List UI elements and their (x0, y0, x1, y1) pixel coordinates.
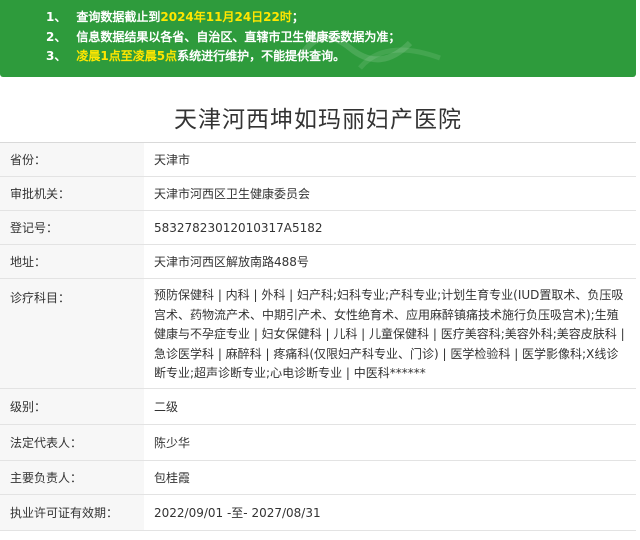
table-row: 主要负责人： 包桂霞 (0, 461, 636, 495)
table-row: 登记号： 58327823012010317A5182 (0, 211, 636, 245)
row-label: 地址： (0, 245, 144, 278)
row-value: 58327823012010317A5182 (154, 220, 323, 235)
row-value: 天津市河西区卫生健康委员会 (154, 187, 311, 201)
row-value: 预防保健科 | 内科 | 外科 | 妇产科;妇科专业;产科专业;计划生育专业(I… (154, 288, 625, 380)
row-label: 执业许可证有效期： (0, 495, 144, 530)
table-row: 地址： 天津市河西区解放南路488号 (0, 245, 636, 279)
notice-highlight: 2024年11月24日22时 (160, 10, 292, 24)
table-row: 诊疗科目： 预防保健科 | 内科 | 外科 | 妇产科;妇科专业;产科专业;计划… (0, 279, 636, 389)
row-value: 天津市河西区解放南路488号 (154, 255, 309, 269)
row-label: 审批机关： (0, 177, 144, 210)
row-label: 主要负责人： (0, 461, 144, 494)
notice-number: 1、 (46, 10, 67, 24)
table-row: 法定代表人： 陈少华 (0, 425, 636, 461)
row-value: 包桂霞 (154, 471, 191, 485)
notice-number: 2、 (46, 30, 67, 44)
notice-highlight: 凌晨1点至凌晨5点 (76, 49, 178, 63)
table-row: 执业许可证有效期： 2022/09/01 -至- 2027/08/31 (0, 495, 636, 531)
info-table: 省份： 天津市 审批机关： 天津市河西区卫生健康委员会 登记号： 5832782… (0, 142, 636, 531)
row-value: 二级 (154, 400, 179, 414)
row-label: 法定代表人： (0, 425, 144, 460)
row-label: 省份： (0, 143, 144, 176)
table-row: 省份： 天津市 (0, 143, 636, 177)
row-value: 陈少华 (154, 436, 191, 450)
row-label: 级别： (0, 389, 144, 424)
notice-text: 查询数据截止到 (76, 10, 161, 24)
table-row: 审批机关： 天津市河西区卫生健康委员会 (0, 177, 636, 211)
table-row: 级别： 二级 (0, 389, 636, 425)
notice-number: 3、 (46, 49, 67, 63)
page-title: 天津河西坤如玛丽妇产医院 (174, 107, 462, 133)
row-label: 登记号： (0, 211, 144, 244)
notice-item: 1、 查询数据截止到2024年11月24日22时； (46, 8, 304, 26)
notice-banner: 1、 查询数据截止到2024年11月24日22时； 2、 信息数据结果以各省、自治区… (0, 0, 636, 77)
row-value: 天津市 (154, 153, 191, 167)
watermark-icon (297, 34, 441, 70)
row-value: 2022/09/01 -至- 2027/08/31 (154, 506, 321, 520)
row-label: 诊疗科目： (0, 279, 144, 388)
